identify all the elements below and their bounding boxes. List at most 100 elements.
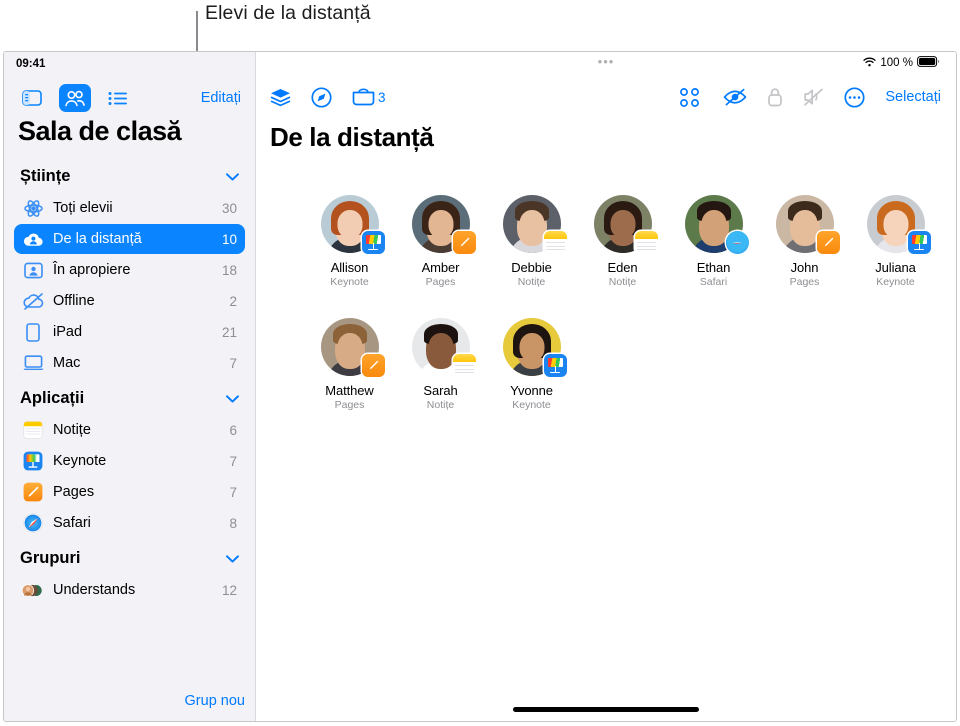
sidebar-item-count: 30	[221, 200, 237, 216]
student-app-label: Notițe	[608, 276, 637, 288]
student-card[interactable]: Juliana Keynote	[850, 195, 941, 288]
sidebar-item-count: 10	[221, 231, 237, 247]
avatar[interactable]	[411, 195, 476, 254]
sidebar-item-safari[interactable]: Safari 8	[14, 508, 245, 538]
sidebar-item-count: 7	[229, 484, 237, 500]
sidebar-item-pages[interactable]: Pages 7	[14, 477, 245, 507]
pages-app-icon	[22, 482, 44, 502]
sidebar-item-label: În apropiere	[53, 262, 131, 278]
avatar[interactable]	[411, 318, 476, 377]
student-app-label: Keynote	[512, 399, 551, 411]
callout-label: Elevi de la distanță	[205, 2, 371, 24]
avatar[interactable]	[502, 318, 567, 377]
student-card[interactable]: Sarah Notițe	[395, 318, 486, 411]
chevron-down-icon[interactable]	[226, 392, 239, 405]
sidebar-item-count: 8	[229, 515, 237, 531]
avatar[interactable]	[775, 195, 840, 254]
sidebar-item-noti-e[interactable]: Notițe 6	[14, 415, 245, 445]
student-card[interactable]: Yvonne Keynote	[486, 318, 577, 411]
people-icon[interactable]	[59, 84, 91, 112]
sidebar-item-keynote[interactable]: Keynote 7	[14, 446, 245, 476]
sidebar-section-title: Științe	[20, 167, 71, 185]
sidebar-item-count: 12	[221, 582, 237, 598]
sidebar-item-mac[interactable]: Mac 7	[14, 348, 245, 378]
sidebar-section-header[interactable]: Științe	[14, 157, 245, 193]
student-name: Ethan	[696, 260, 731, 275]
multitasking-dots-icon[interactable]: •••	[598, 55, 615, 68]
eye-slash-icon[interactable]	[723, 88, 747, 106]
sidebar-item-label: Pages	[53, 484, 95, 500]
notes-app-icon	[22, 420, 44, 440]
sidebar-item-label: Keynote	[53, 453, 107, 469]
sidebar-item-de-la-distan[interactable]: De la distanță 10	[14, 224, 245, 254]
avatar[interactable]	[320, 195, 385, 254]
grid-apps-icon[interactable]	[680, 87, 700, 107]
safari-app-icon	[22, 513, 44, 533]
speaker-mute-icon[interactable]	[803, 88, 824, 106]
sidebar-item-n-apropiere[interactable]: În apropiere 18	[14, 255, 245, 285]
student-card[interactable]: Eden Notițe	[577, 195, 668, 288]
chevron-down-icon[interactable]	[226, 170, 239, 183]
sidebar-section-title: Grupuri	[20, 549, 81, 567]
safari-badge-icon	[725, 231, 749, 254]
layers-icon[interactable]	[270, 88, 291, 107]
avatar[interactable]	[320, 318, 385, 377]
student-name: Yvonne	[510, 383, 553, 398]
sidebar-item-offline[interactable]: Offline 2	[14, 286, 245, 316]
sidebar-item-understands[interactable]: Understands 12	[14, 575, 245, 605]
sidebar-section-title: Aplicații	[20, 389, 85, 407]
student-name: Sarah	[423, 383, 458, 398]
main-panel: ••• 100 % 3 Selectați De la distanță All…	[256, 52, 956, 721]
cloud-person-icon	[22, 229, 44, 249]
select-button[interactable]: Selectați	[885, 89, 941, 105]
inbox-tray-icon[interactable]: 3	[352, 88, 386, 106]
group-avatars-icon	[22, 580, 44, 600]
sidebar-item-count: 21	[221, 324, 237, 340]
wifi-icon	[863, 57, 877, 70]
sidebar-item-count: 18	[221, 262, 237, 278]
sidebar-item-label: Mac	[53, 355, 81, 371]
student-card[interactable]: Allison Keynote	[304, 195, 395, 288]
student-name: Amber	[421, 260, 460, 275]
student-name: Allison	[330, 260, 369, 275]
sidebar-sections: Științe Toți elevii 30 De la distanță 10…	[4, 157, 255, 683]
notes-badge-icon	[634, 231, 658, 254]
student-app-label: Pages	[334, 399, 365, 411]
sidebar-item-count: 7	[229, 355, 237, 371]
pages-badge-icon	[816, 231, 840, 254]
edit-button[interactable]: Editați	[201, 90, 241, 106]
sidebar-item-to-i-elevii[interactable]: Toți elevii 30	[14, 193, 245, 223]
avatar[interactable]	[502, 195, 567, 254]
sidebar: 09:41 Editați Sala de clasă Științe Toți…	[4, 52, 256, 721]
more-circle-icon[interactable]	[844, 86, 865, 108]
cloud-slash-icon	[22, 291, 44, 311]
student-card[interactable]: John Pages	[759, 195, 850, 288]
avatar[interactable]	[593, 195, 658, 254]
new-group-button[interactable]: Grup nou	[4, 683, 255, 721]
list-icon[interactable]	[104, 85, 132, 111]
sidebar-item-label: Understands	[53, 582, 136, 598]
navigate-compass-icon[interactable]	[311, 86, 332, 108]
avatar[interactable]	[866, 195, 931, 254]
sidebar-item-label: Safari	[53, 515, 91, 531]
sidebar-item-ipad[interactable]: iPad 21	[14, 317, 245, 347]
battery-percent-label: 100 %	[880, 57, 913, 69]
student-card[interactable]: Matthew Pages	[304, 318, 395, 411]
sidebar-item-label: Notițe	[53, 422, 91, 438]
student-card[interactable]: Ethan Safari	[668, 195, 759, 288]
student-card[interactable]: Amber Pages	[395, 195, 486, 288]
sidebar-section-header[interactable]: Aplicații	[14, 379, 245, 415]
sidebar-item-label: De la distanță	[53, 231, 142, 247]
sidebar-section-header[interactable]: Grupuri	[14, 539, 245, 575]
atom-icon	[22, 198, 44, 218]
student-card[interactable]: Debbie Notițe	[486, 195, 577, 288]
pages-badge-icon	[361, 354, 385, 377]
chevron-down-icon[interactable]	[226, 552, 239, 565]
keynote-badge-icon	[361, 231, 385, 254]
avatar[interactable]	[684, 195, 749, 254]
sidebar-item-label: Offline	[53, 293, 95, 309]
sidebar-toggle-icon[interactable]	[18, 85, 46, 111]
student-app-label: Notițe	[517, 276, 546, 288]
keynote-badge-icon	[907, 231, 931, 254]
lock-icon[interactable]	[767, 87, 783, 107]
